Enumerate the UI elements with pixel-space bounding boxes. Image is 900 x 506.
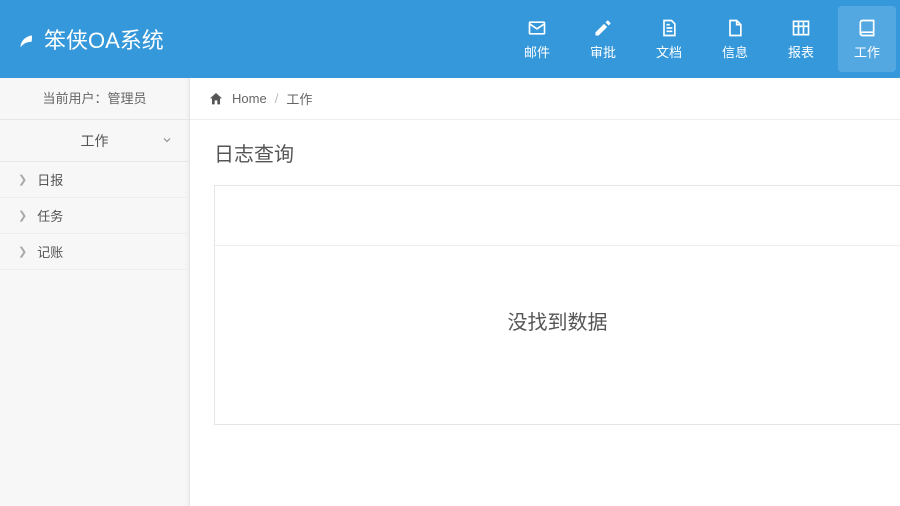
doc-icon <box>659 18 679 38</box>
nav-label: 信息 <box>722 42 748 61</box>
page-body: 日志查询 没找到数据 <box>190 120 900 425</box>
sidebar-item-daily[interactable]: ❯ 日报 <box>0 162 189 198</box>
nav-info[interactable]: 信息 <box>702 0 768 78</box>
pencil-icon <box>593 18 613 38</box>
header: 笨侠OA系统 邮件 审批 文档 信息 报表 工作 <box>0 0 900 78</box>
top-nav: 邮件 审批 文档 信息 报表 工作 <box>504 0 900 78</box>
breadcrumb-separator: / <box>275 91 279 106</box>
page-title: 日志查询 <box>214 138 900 167</box>
sidebar-section-work[interactable]: 工作 <box>0 120 189 162</box>
sidebar-item-label: 日报 <box>37 170 63 189</box>
brand-title: 笨侠OA系统 <box>44 23 164 55</box>
content: Home / 工作 日志查询 没找到数据 <box>190 78 900 506</box>
breadcrumb-current: 工作 <box>286 89 312 108</box>
nav-document[interactable]: 文档 <box>636 0 702 78</box>
breadcrumb: Home / 工作 <box>190 78 900 120</box>
nav-mail[interactable]: 邮件 <box>504 0 570 78</box>
nav-label: 邮件 <box>524 42 550 61</box>
sidebar: 当前用户：管理员 工作 ❯ 日报 ❯ 任务 ❯ 记账 <box>0 78 190 506</box>
nav-label: 报表 <box>788 42 814 61</box>
nav-label: 文档 <box>656 42 682 61</box>
empty-state: 没找到数据 <box>215 246 900 335</box>
leaf-icon <box>16 28 38 50</box>
nav-work[interactable]: 工作 <box>838 6 896 72</box>
nav-label: 工作 <box>854 42 880 61</box>
nav-label: 审批 <box>590 42 616 61</box>
chevron-right-icon: ❯ <box>18 173 27 186</box>
sidebar-item-ledger[interactable]: ❯ 记账 <box>0 234 189 270</box>
sidebar-section-label: 工作 <box>81 131 109 151</box>
home-icon <box>208 91 224 107</box>
sidebar-item-label: 记账 <box>37 242 63 261</box>
breadcrumb-home[interactable]: Home <box>232 91 267 106</box>
file-icon <box>725 18 745 38</box>
table-icon <box>791 18 811 38</box>
result-panel: 没找到数据 <box>214 185 900 425</box>
nav-report[interactable]: 报表 <box>768 0 834 78</box>
chevron-down-icon <box>161 133 173 149</box>
book-icon <box>857 18 877 38</box>
chevron-right-icon: ❯ <box>18 245 27 258</box>
sidebar-item-label: 任务 <box>37 206 63 225</box>
brand[interactable]: 笨侠OA系统 <box>16 23 164 55</box>
sidebar-item-task[interactable]: ❯ 任务 <box>0 198 189 234</box>
current-user-label: 当前用户：管理员 <box>0 78 189 120</box>
mail-icon <box>527 18 547 38</box>
chevron-right-icon: ❯ <box>18 209 27 222</box>
nav-approval[interactable]: 审批 <box>570 0 636 78</box>
panel-toolbar <box>215 186 900 246</box>
main: 当前用户：管理员 工作 ❯ 日报 ❯ 任务 ❯ 记账 Home / 工作 日志查… <box>0 78 900 506</box>
